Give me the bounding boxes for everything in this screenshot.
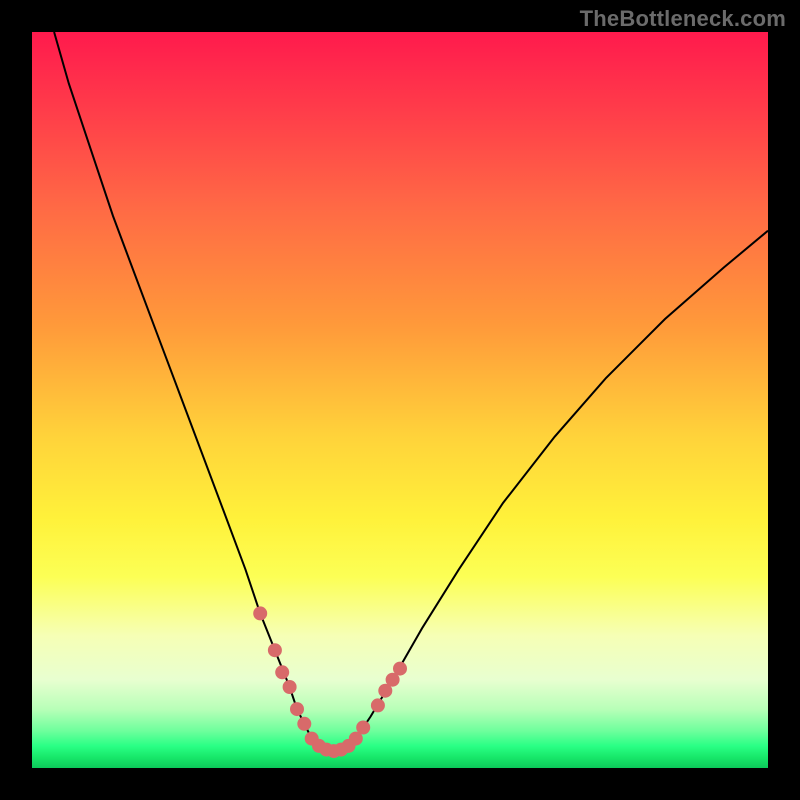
curve-layer <box>32 32 768 768</box>
chart-frame: TheBottleneck.com <box>0 0 800 800</box>
marker-dot <box>297 717 311 731</box>
bottleneck-curve <box>54 32 768 751</box>
marker-dot <box>253 606 267 620</box>
marker-dot <box>268 643 282 657</box>
watermark-text: TheBottleneck.com <box>580 6 786 32</box>
marker-dot <box>356 721 370 735</box>
marker-dot <box>283 680 297 694</box>
plot-area <box>32 32 768 768</box>
marker-dot <box>393 662 407 676</box>
curve-markers <box>253 606 407 758</box>
marker-dot <box>290 702 304 716</box>
marker-dot <box>275 665 289 679</box>
marker-dot <box>371 698 385 712</box>
